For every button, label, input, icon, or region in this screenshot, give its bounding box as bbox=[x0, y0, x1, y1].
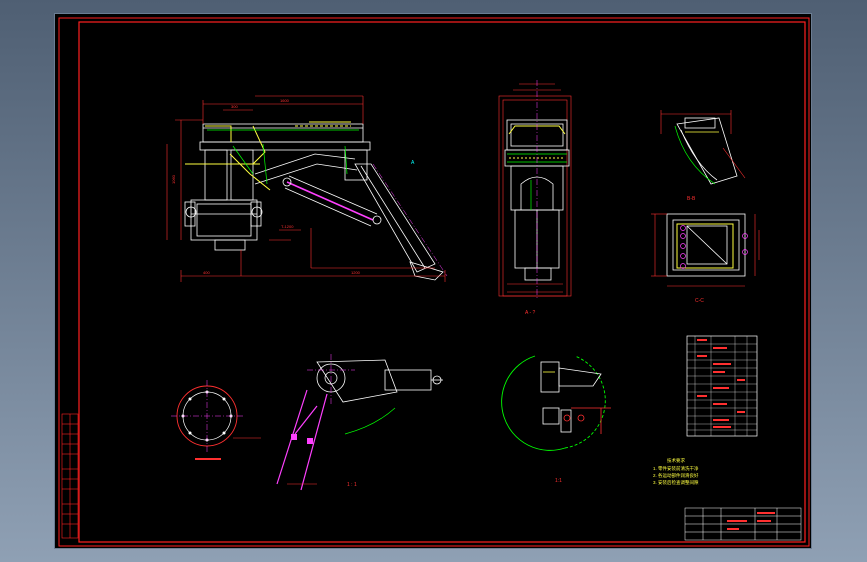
side-view: A - ? bbox=[498, 80, 572, 316]
tech-req-item-3: 3. 安装后检查调整间隙 bbox=[653, 479, 699, 486]
tech-requirements: 技术要求 1. 零件安装前清洗干净 2. 各运动部件润滑良好 3. 安装后检查调… bbox=[653, 457, 699, 486]
revision-strip bbox=[61, 413, 79, 539]
view-a-caption: A - ? bbox=[525, 310, 536, 316]
svg-text:300: 300 bbox=[231, 104, 238, 109]
lever-detail: 1 : 1 bbox=[276, 354, 443, 491]
partial-section: 1:1 bbox=[501, 355, 611, 484]
svg-text:T-1200: T-1200 bbox=[281, 224, 294, 229]
detail-caption-1: 1 : 1 bbox=[347, 482, 357, 488]
cad-viewport[interactable]: 1600 300 1060 400 1200 T-1200 A A - ? B-… bbox=[54, 13, 812, 549]
svg-text:1600: 1600 bbox=[280, 98, 290, 103]
svg-text:400: 400 bbox=[203, 270, 210, 275]
view-c-caption: C-C bbox=[695, 298, 704, 304]
detail-caption-2: 1:1 bbox=[555, 478, 562, 484]
view-c-c: C-C bbox=[651, 213, 760, 304]
svg-text:1200: 1200 bbox=[351, 270, 361, 275]
inner-frame bbox=[78, 21, 806, 543]
parts-list bbox=[686, 335, 758, 437]
main-view: 1600 300 1060 400 1200 T-1200 A bbox=[166, 95, 448, 282]
view-b-b: B-B bbox=[660, 110, 746, 202]
cad-drawing-canvas: 1600 300 1060 400 1200 T-1200 A A - ? B-… bbox=[58, 17, 810, 547]
view-b-caption: B-B bbox=[687, 196, 696, 202]
tech-req-item-1: 1. 零件安装前清洗干净 bbox=[653, 465, 699, 472]
svg-text:1060: 1060 bbox=[171, 174, 176, 184]
tech-req-title: 技术要求 bbox=[667, 457, 685, 464]
title-block bbox=[684, 507, 802, 541]
tech-req-item-2: 2. 各运动部件润滑良好 bbox=[653, 472, 699, 479]
section-a-label: A bbox=[411, 160, 415, 166]
flange-view bbox=[171, 380, 261, 460]
